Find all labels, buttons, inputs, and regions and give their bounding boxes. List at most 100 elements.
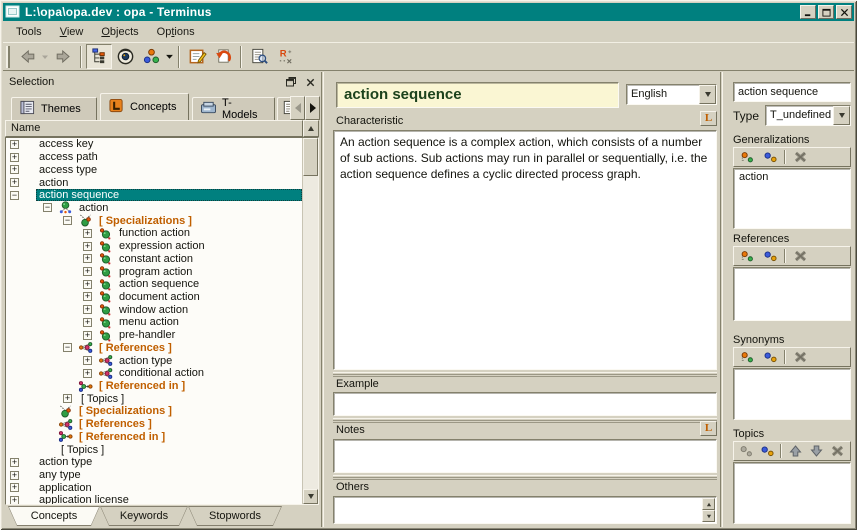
tree-view-button[interactable] <box>86 44 112 69</box>
tree-item[interactable]: + action type <box>6 456 302 469</box>
synonyms-list[interactable] <box>733 368 851 420</box>
tree-item[interactable]: +access path <box>6 151 302 164</box>
tree-item[interactable]: + program action <box>6 265 302 278</box>
tree-item-label[interactable]: program action <box>116 266 195 278</box>
expand-icon[interactable]: + <box>10 165 19 174</box>
tree-item[interactable]: + constant action <box>6 252 302 265</box>
generalizations-list[interactable]: action <box>733 168 851 229</box>
tree-item-label[interactable]: function action <box>116 227 193 239</box>
tree-item[interactable]: +document action <box>6 291 302 304</box>
collapse-icon[interactable]: − <box>10 191 19 200</box>
remove-synonym-button[interactable] <box>790 349 810 365</box>
tree-item-label[interactable]: action type <box>116 355 175 367</box>
term-name-input[interactable]: action sequence <box>733 82 851 102</box>
tree-item[interactable]: [ References ] <box>6 418 302 431</box>
expand-icon[interactable]: + <box>83 331 92 340</box>
object-types-button[interactable] <box>138 44 164 69</box>
tree-item[interactable]: +access key <box>6 138 302 151</box>
collapse-icon[interactable]: − <box>63 343 72 352</box>
tab-themes[interactable]: Themes <box>11 97 97 120</box>
type-dropdown-icon[interactable] <box>833 106 850 125</box>
details-splitter[interactable] <box>720 72 723 527</box>
move-topic-up-button[interactable] <box>786 443 804 459</box>
tree-item-label[interactable]: application license <box>36 494 132 504</box>
tree-item[interactable]: [ Topics ] <box>6 443 302 456</box>
add-synonym-link-button[interactable] <box>760 349 780 365</box>
float-dock-button[interactable] <box>284 76 298 89</box>
add-topic-button[interactable] <box>737 443 755 459</box>
tree-item[interactable]: + window action <box>6 303 302 316</box>
expand-icon[interactable]: + <box>83 242 92 251</box>
expand-icon[interactable]: + <box>83 356 92 365</box>
list-item[interactable]: action <box>734 169 850 185</box>
toolbar-grip[interactable] <box>6 46 10 68</box>
tree-item[interactable]: − [ References ] <box>6 342 302 355</box>
tree-item[interactable]: +application <box>6 481 302 494</box>
move-topic-down-button[interactable] <box>808 443 826 459</box>
menu-view[interactable]: View <box>51 24 93 40</box>
menu-options[interactable]: Options <box>148 24 204 40</box>
title-bar[interactable]: L:\opa\opa.dev : opa - Terminus <box>3 3 854 21</box>
expand-icon[interactable]: + <box>10 178 19 187</box>
tree-item-label[interactable]: [ Referenced in ] <box>76 431 168 443</box>
dock-splitter[interactable] <box>321 72 324 527</box>
tree-item[interactable]: −[ Specializations ] <box>6 214 302 227</box>
bottom-tab-stopwords[interactable]: Stopwords <box>188 506 282 526</box>
tree-item-label[interactable]: [ References ] <box>76 418 155 430</box>
back-button[interactable] <box>14 44 40 69</box>
add-reference-button[interactable] <box>737 248 757 264</box>
section-splitter[interactable] <box>333 372 717 377</box>
minimize-button[interactable] <box>800 5 816 19</box>
revert-button[interactable] <box>210 44 236 69</box>
tree-item-label[interactable]: constant action <box>116 253 196 265</box>
tree-item-label[interactable]: expression action <box>116 240 208 252</box>
others-scrollbar[interactable] <box>702 498 715 522</box>
tree-item-label[interactable]: access type <box>36 164 100 176</box>
tree-item-label[interactable]: action <box>36 177 71 189</box>
expand-icon[interactable]: + <box>83 267 92 276</box>
tree-item[interactable]: + access type <box>6 163 302 176</box>
tree-item-label[interactable]: [ Specializations ] <box>76 405 175 417</box>
notes-textarea[interactable] <box>333 439 717 473</box>
tree-item-label[interactable]: pre-handler <box>116 329 178 341</box>
others-scroll-down-button[interactable] <box>702 510 715 522</box>
name-column-header[interactable]: Name <box>5 120 303 137</box>
tree-item-label[interactable]: action type <box>36 456 95 468</box>
tree-item-label[interactable]: [ References ] <box>96 342 175 354</box>
tree-item-label[interactable]: action sequence <box>116 278 202 290</box>
menu-objects[interactable]: Objects <box>92 24 147 40</box>
monitor-button[interactable] <box>112 44 138 69</box>
close-button[interactable] <box>836 5 852 19</box>
expand-icon[interactable]: + <box>10 496 19 504</box>
expand-icon[interactable]: + <box>83 305 92 314</box>
add-generalization-link-button[interactable] <box>760 149 780 165</box>
tree-item[interactable]: + action <box>6 176 302 189</box>
add-synonym-button[interactable] <box>737 349 757 365</box>
characteristic-textarea[interactable]: An action sequence is a complex action, … <box>333 130 717 370</box>
remove-generalization-button[interactable] <box>790 149 810 165</box>
add-reference-link-button[interactable] <box>760 248 780 264</box>
close-dock-button[interactable] <box>303 76 317 89</box>
expand-icon[interactable]: + <box>83 280 92 289</box>
tree-item-label[interactable]: [ Referenced in ] <box>96 380 188 392</box>
remove-topic-button[interactable] <box>829 443 847 459</box>
expand-icon[interactable]: + <box>83 369 92 378</box>
expand-icon[interactable]: + <box>83 254 92 263</box>
characteristic-language-button[interactable]: L <box>700 111 717 126</box>
tree-item-label[interactable]: menu action <box>116 316 182 328</box>
expand-icon[interactable]: + <box>10 153 19 162</box>
tab-partial[interactable] <box>277 97 291 120</box>
expand-icon[interactable]: + <box>10 458 19 467</box>
tree-item-label[interactable]: [ Topics ] <box>58 444 107 456</box>
tree-item-label[interactable]: window action <box>116 304 191 316</box>
remove-reference-button[interactable] <box>790 248 810 264</box>
tree-scrollbar[interactable] <box>302 138 318 504</box>
edit-form-button[interactable] <box>184 44 210 69</box>
tree-scroll-down-button[interactable] <box>303 489 318 504</box>
others-textarea[interactable] <box>333 496 717 524</box>
tree-item[interactable]: −action <box>6 202 302 215</box>
tree-item-label[interactable]: action <box>76 202 111 214</box>
tree-item-label[interactable]: conditional action <box>116 367 207 379</box>
maximize-button[interactable] <box>818 5 834 19</box>
tree-item-label[interactable]: [ Topics ] <box>78 393 127 405</box>
